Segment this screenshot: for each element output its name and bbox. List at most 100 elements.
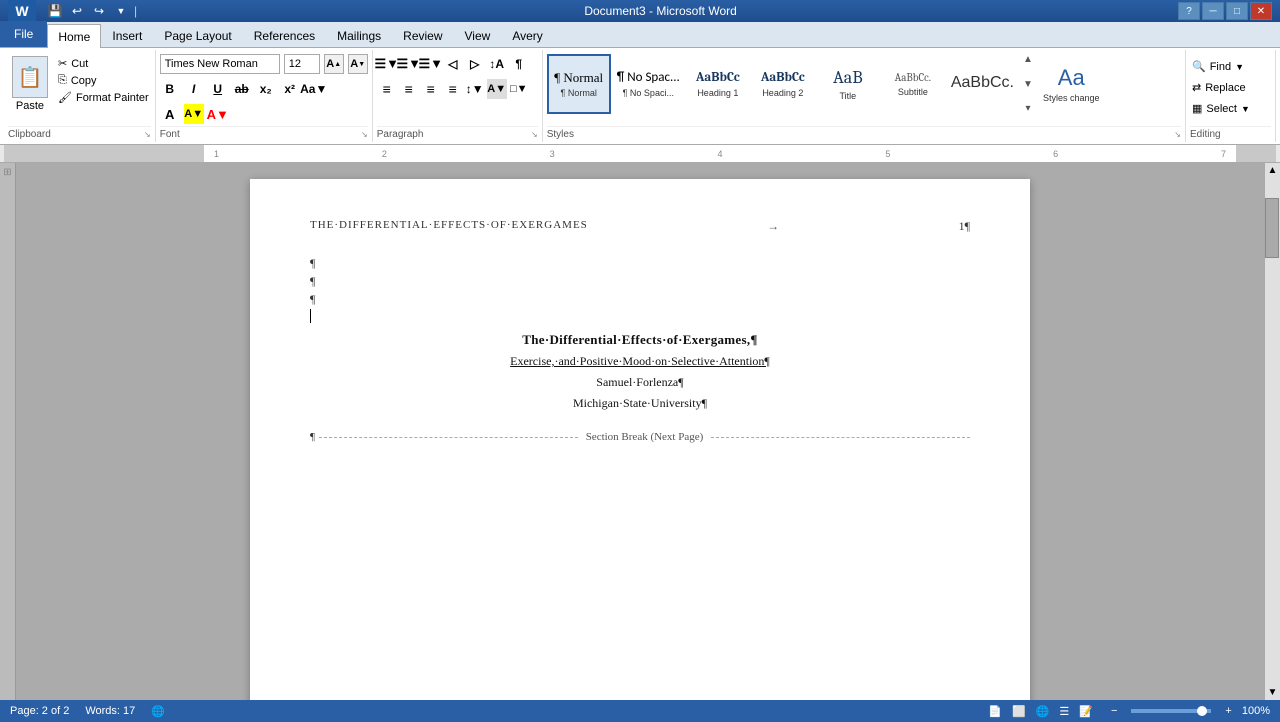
document-page[interactable]: THE·DIFFERENTIAL·EFFECTS·OF·EXERGAMES → …	[250, 179, 1030, 700]
view-normal-icon[interactable]: 📄	[988, 705, 1002, 718]
highlight-color-button[interactable]: A▼	[184, 104, 204, 124]
styles-scroll-down[interactable]: ▼	[1023, 79, 1033, 90]
italic-button[interactable]: I	[184, 79, 204, 99]
scroll-thumb[interactable]	[1265, 198, 1279, 258]
align-left-button[interactable]: ≡	[377, 79, 397, 99]
tab-references[interactable]: References	[243, 23, 326, 47]
tab-view[interactable]: View	[454, 23, 502, 47]
scroll-track[interactable]	[1265, 178, 1280, 685]
ruler: 1 2 3 4 5 6 7	[0, 145, 1280, 163]
paragraph-expander[interactable]: ↘	[531, 130, 538, 139]
document-university: Michigan·State·University¶	[310, 396, 970, 411]
style-title-label: Title	[840, 91, 857, 101]
zoom-slider[interactable]	[1131, 709, 1211, 713]
styles-scroll-up[interactable]: ▲	[1023, 54, 1033, 65]
font-name-input[interactable]	[160, 54, 280, 74]
save-button[interactable]: 💾	[46, 2, 64, 20]
style-title[interactable]: AaB Title	[816, 54, 880, 114]
styles-scroll-more[interactable]: ▾	[1025, 103, 1030, 114]
cut-button[interactable]: ✂ Cut	[56, 56, 151, 71]
justify-button[interactable]: ≡	[443, 79, 463, 99]
tab-review[interactable]: Review	[392, 23, 453, 47]
change-case-button[interactable]: Aa▼	[304, 79, 324, 99]
zoom-minus[interactable]: −	[1111, 705, 1117, 717]
style-aa[interactable]: AaBbCc.	[946, 54, 1019, 114]
text-effects-button[interactable]: A	[160, 104, 180, 124]
ribbon: 📋 Paste ✂ Cut ⎘ Copy 🖌	[0, 48, 1280, 145]
scroll-up-button[interactable]: ▲	[1266, 163, 1280, 178]
view-web-icon[interactable]: 🌐	[1036, 705, 1050, 718]
increase-indent-button[interactable]: ▷	[465, 54, 485, 74]
underline-button[interactable]: U	[208, 79, 228, 99]
page-header: THE·DIFFERENTIAL·EFFECTS·OF·EXERGAMES → …	[310, 219, 970, 234]
para-2: ¶	[310, 272, 970, 290]
show-hide-button[interactable]: ¶	[509, 54, 529, 74]
find-dropdown-icon[interactable]: ▼	[1235, 62, 1244, 72]
tab-page-layout[interactable]: Page Layout	[153, 23, 242, 47]
font-size-input[interactable]	[284, 54, 320, 74]
text-cursor	[310, 309, 311, 323]
copy-button[interactable]: ⎘ Copy	[56, 73, 151, 88]
bullets-button[interactable]: ☰▼	[377, 54, 397, 74]
borders-button[interactable]: □▼	[509, 79, 529, 99]
style-heading2[interactable]: AaBbCc Heading 2	[751, 54, 815, 114]
restore-button[interactable]: □	[1226, 2, 1248, 20]
help-button[interactable]: ?	[1178, 2, 1200, 20]
styles-expander[interactable]: ↘	[1174, 130, 1181, 139]
font-shrink-button[interactable]: A▼	[348, 54, 368, 74]
change-styles-button[interactable]: Aa Styles change	[1037, 54, 1106, 114]
style-subtitle[interactable]: AaBbCc. Subtitle	[881, 54, 945, 114]
view-fullscreen-icon[interactable]: ⬜	[1012, 705, 1026, 718]
undo-button[interactable]: ↩	[68, 2, 86, 20]
vertical-scrollbar[interactable]: ▲ ▼	[1264, 163, 1280, 700]
view-draft-icon[interactable]: 📝	[1079, 705, 1093, 718]
strikethrough-button[interactable]: ab	[232, 79, 252, 99]
multilevel-button[interactable]: ☰▼	[421, 54, 441, 74]
style-no-spacing[interactable]: ¶ No Spac... ¶ No Spaci...	[612, 54, 685, 114]
zoom-percentage[interactable]: 100%	[1242, 705, 1270, 717]
close-button[interactable]: ✕	[1250, 2, 1272, 20]
font-format-row: B I U ab x₂ x² Aa▼	[160, 79, 368, 99]
align-right-button[interactable]: ≡	[421, 79, 441, 99]
view-outline-icon[interactable]: ☰	[1059, 705, 1069, 718]
line-spacing-button[interactable]: ↕▼	[465, 79, 485, 99]
paste-button[interactable]: 📋 Paste	[8, 54, 52, 114]
style-heading1[interactable]: AaBbCc Heading 1	[686, 54, 750, 114]
redo-button[interactable]: ↪	[90, 2, 108, 20]
font-grow-button[interactable]: A▲	[324, 54, 344, 74]
scroll-down-button[interactable]: ▼	[1266, 685, 1280, 700]
document-content[interactable]: ¶ ¶ ¶ The·Differential·Effects·of·Exerga…	[310, 254, 970, 443]
font-color-row: A A▼ A▼	[160, 104, 368, 124]
select-dropdown-icon[interactable]: ▼	[1241, 104, 1250, 114]
font-color-button[interactable]: A▼	[208, 104, 228, 124]
document-area[interactable]: THE·DIFFERENTIAL·EFFECTS·OF·EXERGAMES → …	[16, 163, 1264, 700]
zoom-plus[interactable]: +	[1225, 705, 1231, 717]
align-center-button[interactable]: ≡	[399, 79, 419, 99]
superscript-button[interactable]: x²	[280, 79, 300, 99]
window-title: Document3 - Microsoft Word	[143, 4, 1178, 18]
clipboard-expander[interactable]: ↘	[144, 130, 151, 139]
numbering-button[interactable]: ☰▼	[399, 54, 419, 74]
tab-mailings[interactable]: Mailings	[326, 23, 392, 47]
tab-home[interactable]: Home	[47, 24, 101, 48]
style-h2-label: Heading 2	[762, 88, 803, 98]
shading-button[interactable]: A▼	[487, 79, 507, 99]
document-title: The·Differential·Effects·of·Exergames,¶	[310, 332, 970, 348]
replace-button[interactable]: ⇄ Replace	[1190, 79, 1252, 96]
format-painter-button[interactable]: 🖌 Format Painter	[56, 90, 151, 105]
tab-insert[interactable]: Insert	[101, 23, 153, 47]
sort-button[interactable]: ↕A	[487, 54, 507, 74]
bold-button[interactable]: B	[160, 79, 180, 99]
select-button[interactable]: ▦ Select ▼	[1190, 100, 1252, 117]
section-break-para-mark: ¶	[310, 431, 315, 443]
decrease-indent-button[interactable]: ◁	[443, 54, 463, 74]
tab-file[interactable]: File	[0, 21, 47, 47]
find-button[interactable]: 🔍 Find ▼	[1190, 58, 1252, 75]
styles-scroll-control[interactable]: ▲ ▼ ▾	[1020, 54, 1036, 114]
tab-avery[interactable]: Avery	[501, 23, 553, 47]
font-expander[interactable]: ↘	[361, 130, 368, 139]
style-normal[interactable]: ¶ Normal ¶ Normal	[547, 54, 611, 114]
subscript-button[interactable]: x₂	[256, 79, 276, 99]
minimize-button[interactable]: ─	[1202, 2, 1224, 20]
customize-quick-access-button[interactable]: ▼	[112, 2, 130, 20]
